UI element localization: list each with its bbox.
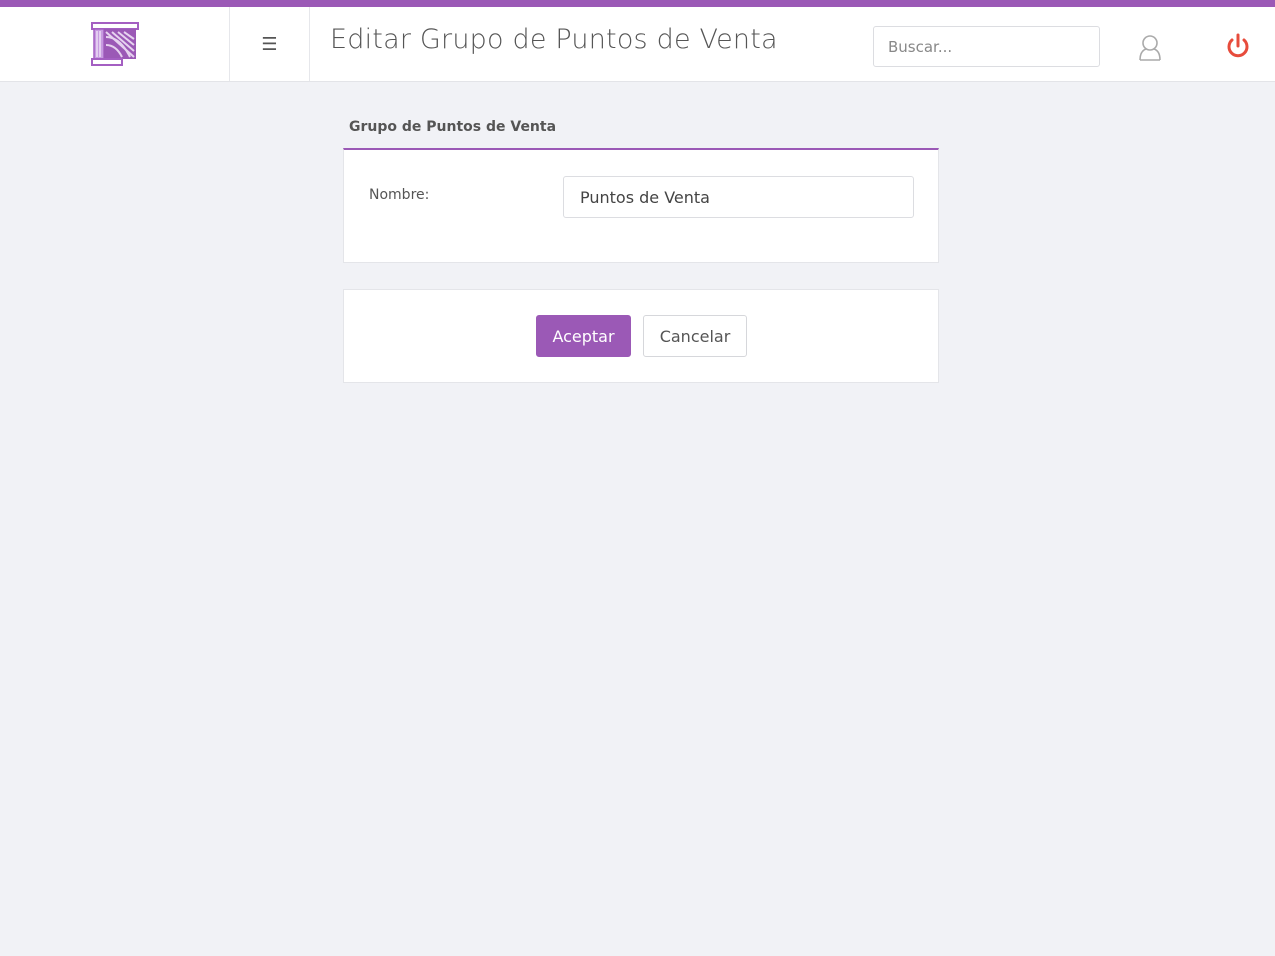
search-input[interactable] bbox=[873, 26, 1100, 67]
user-icon bbox=[1139, 35, 1161, 61]
page-title: Editar Grupo de Puntos de Venta bbox=[330, 24, 778, 55]
name-input[interactable] bbox=[563, 176, 914, 218]
main-content: Grupo de Puntos de Venta Nombre: Aceptar… bbox=[343, 107, 939, 383]
section-title: Grupo de Puntos de Venta bbox=[349, 119, 557, 135]
logo-icon bbox=[90, 22, 139, 66]
form-panel: Nombre: bbox=[343, 148, 939, 263]
logout-button[interactable] bbox=[1224, 32, 1252, 60]
accept-button[interactable]: Aceptar bbox=[536, 315, 631, 357]
name-label: Nombre: bbox=[369, 187, 430, 203]
cancel-button[interactable]: Cancelar bbox=[643, 315, 747, 357]
hamburger-icon: ☰ bbox=[261, 33, 278, 55]
power-icon bbox=[1227, 33, 1249, 58]
logo[interactable] bbox=[0, 7, 230, 81]
menu-toggle-button[interactable]: ☰ bbox=[230, 7, 310, 81]
user-button[interactable] bbox=[1136, 33, 1164, 61]
top-bar: ☰ Editar Grupo de Puntos de Venta bbox=[0, 0, 1275, 82]
actions-panel: Aceptar Cancelar bbox=[343, 289, 939, 383]
